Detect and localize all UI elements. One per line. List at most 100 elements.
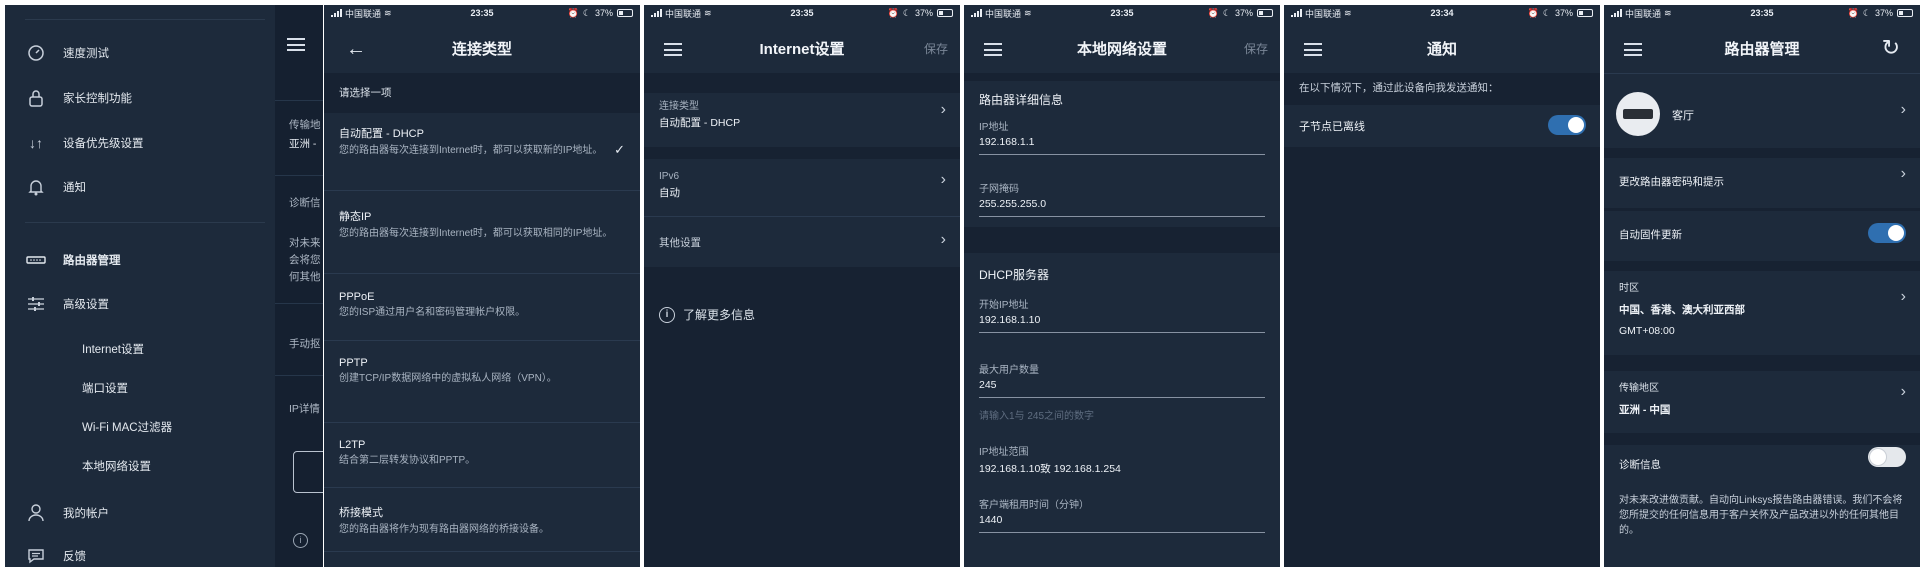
option-title: PPPoE [339, 291, 375, 303]
parental-lock-icon [25, 87, 47, 109]
option-pptp[interactable]: PPTP 创建TCP/IP数据网络中的虚拟私人网络（VPN）。 [324, 357, 640, 386]
max-users-hint: 请输入1与 245之间的数字 [979, 411, 1095, 422]
battery-percent: 37% [914, 8, 933, 18]
option-title: 桥接模式 [339, 507, 383, 519]
option-desc: 您的路由器将作为现有路由器网络的桥接设备。 [339, 524, 549, 535]
region-value: 亚洲 - 中国 [1619, 404, 1671, 416]
auto-firmware-label: 自动固件更新 [1619, 229, 1682, 241]
alarm-icon: ⏰ [1527, 7, 1539, 18]
moon-icon: ☾ [902, 7, 911, 18]
connection-type-row[interactable]: 连接类型 自动配置 - DHCP [644, 93, 960, 153]
connection-type-label: 连接类型 [659, 101, 699, 112]
user-icon [25, 502, 47, 524]
lease-time-value: 1440 [979, 514, 1003, 526]
submenu-local-network[interactable]: 本地网络设置 [82, 458, 151, 474]
menu-item-my-account[interactable]: 我的帐户 [25, 502, 109, 524]
connection-type-screen: 中国联通 ≋ 23:35 ⏰ ☾ 37% ← 连接类型 请选择一项 自动配置 - DH… [324, 5, 640, 567]
dimmed-background-screen[interactable]: 传输地 亚洲 - 诊断信 对未来 会将您 何其他 手动抠 IP详情 i [275, 5, 323, 567]
side-menu-panel: 速度测试 家长控制功能 ↓↑ 设备优先级设置 通知 路由器管理 高级设置 Int… [5, 5, 323, 567]
menu-item-notifications[interactable]: 通知 [25, 176, 86, 198]
menu-label-notifications: 通知 [63, 182, 86, 194]
overlay-region-label: 传输地 [289, 119, 321, 131]
internet-settings-screen: 中国联通 ≋ 23:35 ⏰ ☾ 37% Internet设置 保存 连接类型 自动配… [644, 5, 960, 567]
other-settings-label: 其他设置 [659, 237, 701, 249]
other-settings-row[interactable]: 其他设置 [644, 235, 960, 250]
option-title: 静态IP [339, 211, 372, 223]
lease-time-field[interactable]: 客户端租用时间（分钟） 1440 [979, 496, 1265, 533]
menu-label-feedback: 反馈 [63, 551, 86, 563]
menu-item-parental-controls[interactable]: 家长控制功能 [25, 87, 132, 109]
menu-item-router-management[interactable]: 路由器管理 [25, 249, 121, 271]
prompt-text: 请选择一项 [339, 87, 392, 99]
header: Internet设置 保存 [644, 23, 960, 73]
battery-percent: 37% [1234, 8, 1253, 18]
menu-label-device-priority: 设备优先级设置 [63, 138, 144, 150]
header: 通知 [1284, 23, 1600, 73]
option-pppoe[interactable]: PPPoE 您的ISP通过用户名和密码管理帐户权限。 [324, 291, 640, 320]
moon-icon: ☾ [1862, 7, 1871, 18]
menu-item-advanced-settings[interactable]: 高级设置 [25, 293, 109, 315]
info-icon: i [293, 533, 308, 548]
hamburger-menu-icon[interactable] [287, 38, 305, 51]
timezone-row[interactable]: 时区 中国、香港、澳大利亚西部 GMT+08:00 [1604, 271, 1920, 355]
battery-percent: 37% [1554, 8, 1573, 18]
chevron-right-icon: › [1900, 101, 1906, 118]
subnet-mask-value: 255.255.255.0 [979, 198, 1047, 210]
info-icon: i [659, 306, 675, 323]
change-password-row[interactable]: 更改路由器密码和提示 [1604, 158, 1920, 208]
menu-label-parental-controls: 家长控制功能 [63, 93, 132, 105]
start-ip-field[interactable]: 开始IP地址 192.168.1.10 [979, 296, 1265, 333]
submenu-port-settings[interactable]: 端口设置 [82, 380, 128, 396]
option-static-ip[interactable]: 静态IP 您的路由器每次连接到Internet时，都可以获取相同的IP地址。 [324, 208, 640, 241]
router-details-heading: 路由器详细信息 [979, 93, 1064, 107]
status-bar: 中国联通 ≋ 23:35 ⏰ ☾ 37% [1604, 5, 1920, 21]
ip-address-value: 192.168.1.1 [979, 136, 1035, 148]
subnet-mask-label: 子网掩码 [979, 184, 1019, 195]
diagnostics-description: 对未来改进做贡献。自动向Linksys报告路由器错误。我们不会将您所提交的任何信… [1619, 495, 1903, 536]
learn-more-link[interactable]: i 了解更多信息 [659, 306, 755, 323]
option-l2tp[interactable]: L2TP 结合第二层转发协议和PPTP。 [324, 439, 640, 468]
ip-address-field[interactable]: IP地址 192.168.1.1 [979, 118, 1265, 155]
status-bar: 中国联通 ≋ 23:35 ⏰ ☾ 37% [964, 5, 1280, 21]
menu-label-router-management: 路由器管理 [63, 255, 121, 267]
region-row[interactable]: 传输地区 亚洲 - 中国 [1604, 371, 1920, 433]
battery-icon [617, 9, 633, 17]
router-name[interactable]: 客厅 [1672, 107, 1694, 123]
page-title: 本地网络设置 [1076, 41, 1167, 58]
menu-item-speed-test[interactable]: 速度测试 [25, 42, 109, 64]
option-dhcp[interactable]: 自动配置 - DHCP 您的路由器每次连接到Internet时，都可以获取新的I… [324, 125, 640, 158]
auto-firmware-toggle[interactable] [1868, 223, 1906, 243]
checkmark-icon: ✓ [614, 142, 625, 157]
bell-icon [25, 176, 47, 198]
submenu-internet-settings[interactable]: Internet设置 [82, 341, 144, 357]
ipv6-label: IPv6 [659, 171, 680, 182]
status-bar: 中国联通 ≋ 23:34 ⏰ ☾ 37% [1284, 5, 1600, 21]
header: ← 连接类型 [324, 23, 640, 73]
dhcp-server-heading: DHCP服务器 [979, 268, 1050, 282]
max-users-field[interactable]: 最大用户数量 245 [979, 361, 1265, 398]
save-button[interactable]: 保存 [924, 40, 948, 57]
timezone-offset: GMT+08:00 [1619, 325, 1675, 337]
node-offline-label: 子节点已离线 [1299, 121, 1365, 133]
menu-item-device-priority[interactable]: ↓↑ 设备优先级设置 [25, 132, 144, 154]
start-ip-value: 192.168.1.10 [979, 314, 1041, 326]
submenu-wifi-mac-filter[interactable]: Wi-Fi MAC过滤器 [82, 419, 172, 435]
battery-icon [1577, 9, 1593, 17]
overlay-diag-label: 诊断信 [289, 197, 321, 209]
menu-label-my-account: 我的帐户 [63, 508, 109, 520]
menu-item-feedback[interactable]: 反馈 [25, 545, 86, 567]
speedometer-icon [25, 42, 47, 64]
moon-icon: ☾ [1542, 7, 1551, 18]
ip-range-value: 192.168.1.10致 192.168.1.254 [979, 463, 1121, 475]
refresh-icon[interactable]: ↻ [1882, 35, 1900, 61]
option-title: PPTP [339, 357, 368, 369]
diagnostics-toggle[interactable] [1868, 447, 1906, 467]
ipv6-row[interactable]: IPv6 自动 [644, 159, 960, 219]
save-button[interactable]: 保存 [1244, 40, 1268, 57]
chevron-right-icon: › [1900, 288, 1906, 305]
node-offline-toggle[interactable] [1548, 115, 1586, 135]
subnet-mask-field[interactable]: 子网掩码 255.255.255.0 [979, 180, 1265, 217]
option-bridge-mode[interactable]: 桥接模式 您的路由器将作为现有路由器网络的桥接设备。 [324, 504, 640, 537]
alarm-icon: ⏰ [1847, 7, 1859, 18]
overlay-region-value: 亚洲 - [289, 138, 317, 150]
